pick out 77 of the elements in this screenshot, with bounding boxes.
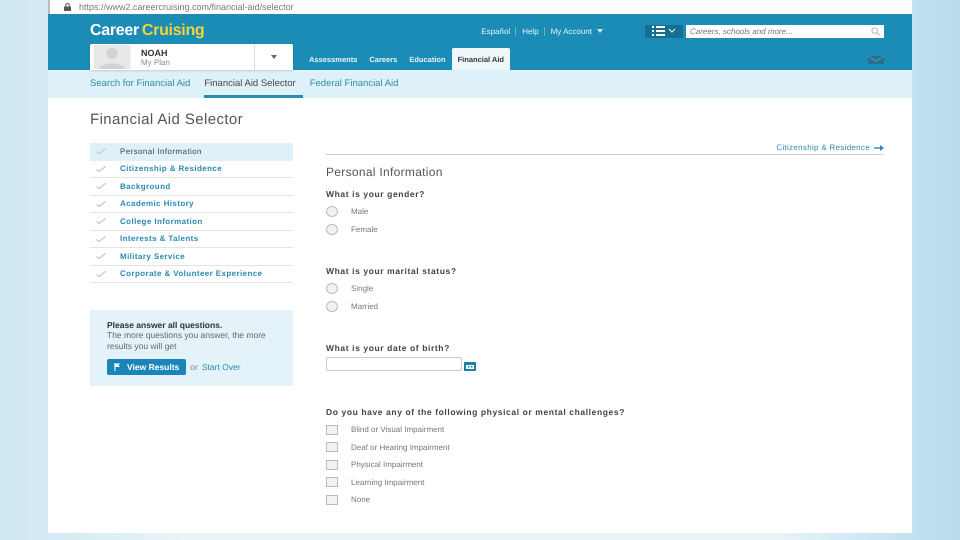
subnav-tab[interactable]: Federal Financial Aid: [310, 70, 406, 98]
question-label: Do you have any of the following physical or mental challenges?: [326, 407, 626, 417]
option-label[interactable]: Male: [351, 207, 368, 216]
next-step-link[interactable]: Citizenship & Residence: [776, 143, 884, 152]
option-label[interactable]: Learning Impairment: [351, 478, 424, 487]
step-item[interactable]: Military Service: [90, 248, 293, 266]
option-label[interactable]: Deaf or Hearing Impairment: [351, 442, 450, 452]
menu-button[interactable]: [645, 24, 683, 38]
checkbox[interactable]: [326, 442, 338, 452]
arrow-right-icon: [874, 144, 884, 150]
section-title: Personal Information: [326, 165, 444, 179]
step-label[interactable]: College Information: [120, 216, 203, 226]
check-icon: [96, 183, 106, 190]
subnav-tab[interactable]: Search for Financial Aid: [90, 70, 198, 98]
check-icon: [96, 253, 106, 260]
caret-icon: [597, 29, 603, 33]
step-label[interactable]: Citizenship & Residence: [120, 164, 222, 174]
check-icon: [96, 148, 106, 154]
profile-name: NOAH: [141, 48, 168, 58]
caret-icon[interactable]: [271, 55, 277, 59]
check-icon: [96, 270, 106, 277]
top-link[interactable]: Help: [515, 26, 539, 36]
top-link[interactable]: My Account: [544, 26, 592, 36]
question-label: What is your marital status?: [326, 266, 458, 276]
or-text: or: [190, 362, 198, 372]
step-item[interactable]: Interests & Talents: [90, 230, 293, 248]
date-field[interactable]: [326, 357, 462, 371]
step-label[interactable]: Interests & Talents: [120, 234, 199, 244]
step-label[interactable]: Background: [120, 182, 171, 191]
avatar-icon: [92, 45, 132, 69]
address-url[interactable]: https://www2.careercruising.com/financial-aid/selector: [79, 2, 294, 12]
step-item[interactable]: Corporate & Volunteer Experience: [90, 266, 293, 283]
option-label[interactable]: Physical Impairment: [351, 460, 424, 470]
page-title: Financial Aid Selector: [90, 111, 244, 128]
checkbox[interactable]: [326, 477, 338, 488]
checkbox[interactable]: [326, 494, 338, 505]
option-label[interactable]: Married: [351, 302, 378, 311]
checkbox[interactable]: [326, 460, 338, 470]
step-label[interactable]: Academic History: [120, 199, 194, 208]
mail-icon[interactable]: [868, 56, 884, 64]
radio-button[interactable]: [326, 283, 338, 294]
check-icon: [96, 218, 106, 224]
step-item[interactable]: Background: [90, 178, 293, 196]
check-icon: [96, 200, 106, 207]
start-over-link[interactable]: Start Over: [202, 362, 241, 372]
radio-button[interactable]: [326, 300, 338, 312]
option-label[interactable]: None: [351, 495, 370, 504]
view-results-button[interactable]: View Results: [107, 359, 186, 375]
radio-button[interactable]: [326, 206, 338, 218]
panel-text: The more questions you answer, the more results you will get: [107, 330, 267, 352]
question-label: What is your date of birth?: [326, 343, 451, 353]
profile-subtitle: My Plan: [141, 58, 171, 66]
profile-card[interactable]: NOAH My Plan: [90, 44, 293, 70]
option-label[interactable]: Female: [351, 224, 378, 234]
radio-button[interactable]: [326, 224, 338, 235]
step-item[interactable]: Academic History: [90, 196, 293, 213]
check-icon: [96, 166, 106, 172]
flag-icon: [114, 363, 121, 371]
search-field[interactable]: Careers, schools and more...: [686, 24, 884, 38]
check-icon: [96, 236, 106, 242]
step-label[interactable]: Military Service: [120, 252, 186, 261]
question-label: What is your gender?: [326, 189, 426, 199]
step-label[interactable]: Corporate & Volunteer Experience: [120, 269, 262, 278]
subnav-tab[interactable]: Financial Aid Selector: [204, 70, 303, 98]
step-item[interactable]: Personal Information: [90, 143, 293, 160]
checkbox[interactable]: [326, 424, 338, 435]
step-item[interactable]: College Information: [90, 213, 293, 230]
option-label[interactable]: Single: [351, 284, 374, 294]
panel-heading: Please answer all questions.: [107, 320, 224, 330]
option-label[interactable]: Blind or Visual Impairment: [351, 425, 444, 434]
top-link[interactable]: Español: [481, 26, 510, 36]
step-label[interactable]: Personal Information: [120, 146, 202, 156]
logo[interactable]: Career Cruising: [90, 22, 204, 40]
calendar-icon[interactable]: [464, 362, 476, 371]
lock-icon: [64, 3, 71, 11]
step-item[interactable]: Citizenship & Residence: [90, 160, 293, 178]
search-icon: [871, 26, 880, 36]
